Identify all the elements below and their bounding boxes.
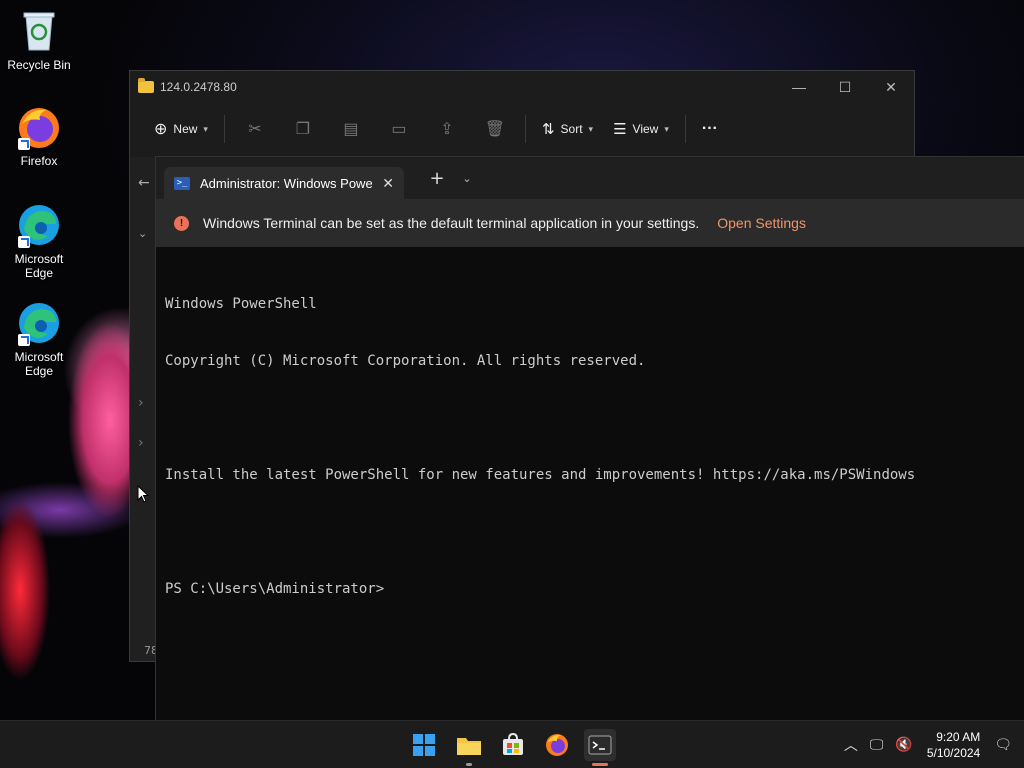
chevron-right-icon[interactable]: › <box>138 395 144 411</box>
explorer-toolbar: ⊕ New ▾ ✂ ❐ ▤ ▭ ⇪ 🗑 ⇅ Sort ▾ ☰ View ▾ ··… <box>130 103 914 155</box>
toolbar-divider <box>524 115 526 143</box>
explorer-titlebar[interactable]: 124.0.2478.80 — ☐ ✕ <box>130 71 914 103</box>
new-tab-button[interactable]: + <box>422 168 452 189</box>
default-terminal-infobar: ! Windows Terminal can be set as the def… <box>156 199 1024 247</box>
running-indicator <box>466 763 472 766</box>
more-options-button[interactable]: ··· <box>692 113 728 145</box>
new-button-label: New <box>173 122 198 136</box>
taskbar-terminal[interactable] <box>584 729 616 766</box>
file-explorer-icon <box>457 738 481 755</box>
shortcut-arrow-icon <box>18 236 30 248</box>
mouse-cursor-icon <box>137 485 149 503</box>
sort-icon: ⇅ <box>541 121 555 138</box>
back-arrow-icon[interactable]: ← <box>138 175 150 191</box>
close-button[interactable]: ✕ <box>868 72 914 102</box>
console-line: Copyright (C) Microsoft Corporation. All… <box>165 353 646 369</box>
start-icon <box>413 734 435 756</box>
terminal-tab-active[interactable]: >_ Administrator: Windows Powe ✕ <box>164 167 404 199</box>
notification-icon[interactable]: 🗨 <box>988 737 1024 753</box>
toolbar-divider <box>223 115 225 143</box>
network-icon[interactable]: 🖵 <box>864 737 890 753</box>
terminal-console[interactable]: Windows PowerShell Copyright (C) Microso… <box>156 247 1024 637</box>
clock-date: 5/10/2024 <box>926 746 981 760</box>
taskbar: ︿ 🖵 🔇 9:20 AM 5/10/2024 🗨 <box>0 720 1024 768</box>
desktop-icon-label: Microsoft Edge <box>14 350 64 378</box>
windows-terminal-window[interactable]: >_ Administrator: Windows Powe ✕ + ⌄ ! W… <box>155 156 1024 720</box>
toolbar-divider <box>684 115 686 143</box>
delete-icon[interactable]: 🗑 <box>471 119 519 139</box>
taskbar-file-explorer[interactable] <box>453 729 485 766</box>
terminal-icon <box>588 735 612 755</box>
console-line: Install the latest PowerShell for new fe… <box>165 467 916 483</box>
volume-muted-icon[interactable]: 🔇 <box>889 737 918 753</box>
firefox-icon <box>546 734 568 756</box>
window-controls: — ☐ ✕ <box>776 72 914 102</box>
microsoft-store-icon <box>503 733 523 755</box>
tab-dropdown-button[interactable]: ⌄ <box>452 172 482 185</box>
taskbar-firefox[interactable] <box>541 729 573 761</box>
desktop-icon-edge[interactable]: Microsoft Edge <box>1 202 77 280</box>
view-button[interactable]: ☰ View ▾ <box>603 113 679 145</box>
terminal-tab-bar: >_ Administrator: Windows Powe ✕ + ⌄ <box>156 157 1024 199</box>
taskbar-microsoft-store[interactable] <box>497 729 529 761</box>
taskbar-clock[interactable]: 9:20 AM 5/10/2024 <box>919 729 988 761</box>
desktop-icon-recycle-bin[interactable]: Recycle Bin <box>1 8 77 72</box>
system-tray: ︿ 🖵 🔇 9:20 AM 5/10/2024 🗨 <box>838 721 1024 768</box>
recycle-bin-icon <box>16 8 62 54</box>
share-icon[interactable]: ⇪ <box>423 119 471 139</box>
chevron-down-icon: ▾ <box>203 123 208 134</box>
desktop-icon-label: Firefox <box>20 154 58 168</box>
desktop-icon-label: Microsoft Edge <box>14 252 64 280</box>
folder-icon <box>138 78 154 93</box>
desktop-icon-edge-2[interactable]: Microsoft Edge <box>1 300 77 378</box>
chevron-right-icon[interactable]: › <box>138 435 144 451</box>
view-icon: ☰ <box>613 121 627 138</box>
new-button[interactable]: ⊕ New ▾ <box>144 113 218 145</box>
edge-icon <box>16 300 62 346</box>
plus-circle-icon: ⊕ <box>154 121 168 138</box>
rename-icon[interactable]: ▭ <box>375 119 423 139</box>
sort-button[interactable]: ⇅ Sort ▾ <box>532 113 603 145</box>
powershell-icon: >_ <box>174 176 190 190</box>
show-hidden-icons-chevron-icon[interactable]: ︿ <box>838 735 864 755</box>
close-tab-icon[interactable]: ✕ <box>382 175 394 192</box>
open-settings-link[interactable]: Open Settings <box>717 215 806 231</box>
edge-icon <box>16 202 62 248</box>
console-line: Windows PowerShell <box>165 296 317 312</box>
chevron-down-icon: ▾ <box>664 123 669 134</box>
console-prompt: PS C:\Users\Administrator> <box>165 581 385 597</box>
more-icon: ··· <box>701 120 718 137</box>
paste-icon[interactable]: ▤ <box>327 119 375 139</box>
sort-button-label: Sort <box>560 122 583 136</box>
cut-icon[interactable]: ✂ <box>231 119 279 139</box>
desktop-icon-firefox[interactable]: Firefox <box>1 104 77 168</box>
shortcut-arrow-icon <box>18 138 30 150</box>
chevron-down-icon[interactable]: ⌄ <box>138 227 147 240</box>
maximize-button[interactable]: ☐ <box>822 72 868 102</box>
info-warning-icon: ! <box>174 215 189 231</box>
desktop-icon-label: Recycle Bin <box>7 58 71 72</box>
copy-icon[interactable]: ❐ <box>279 119 327 139</box>
view-button-label: View <box>632 122 659 136</box>
explorer-title: 124.0.2478.80 <box>160 80 237 94</box>
active-indicator <box>592 763 608 766</box>
clock-time: 9:20 AM <box>936 730 981 744</box>
minimize-button[interactable]: — <box>776 72 822 102</box>
terminal-tab-title: Administrator: Windows Powe <box>200 175 373 191</box>
firefox-icon <box>16 104 62 150</box>
chevron-down-icon: ▾ <box>588 123 594 134</box>
explorer-nav-pane: ← ⌄ › › 78 <box>130 157 158 661</box>
infobar-message: Windows Terminal can be set as the defau… <box>203 215 700 231</box>
start-button[interactable] <box>408 729 440 761</box>
shortcut-arrow-icon <box>18 334 30 346</box>
